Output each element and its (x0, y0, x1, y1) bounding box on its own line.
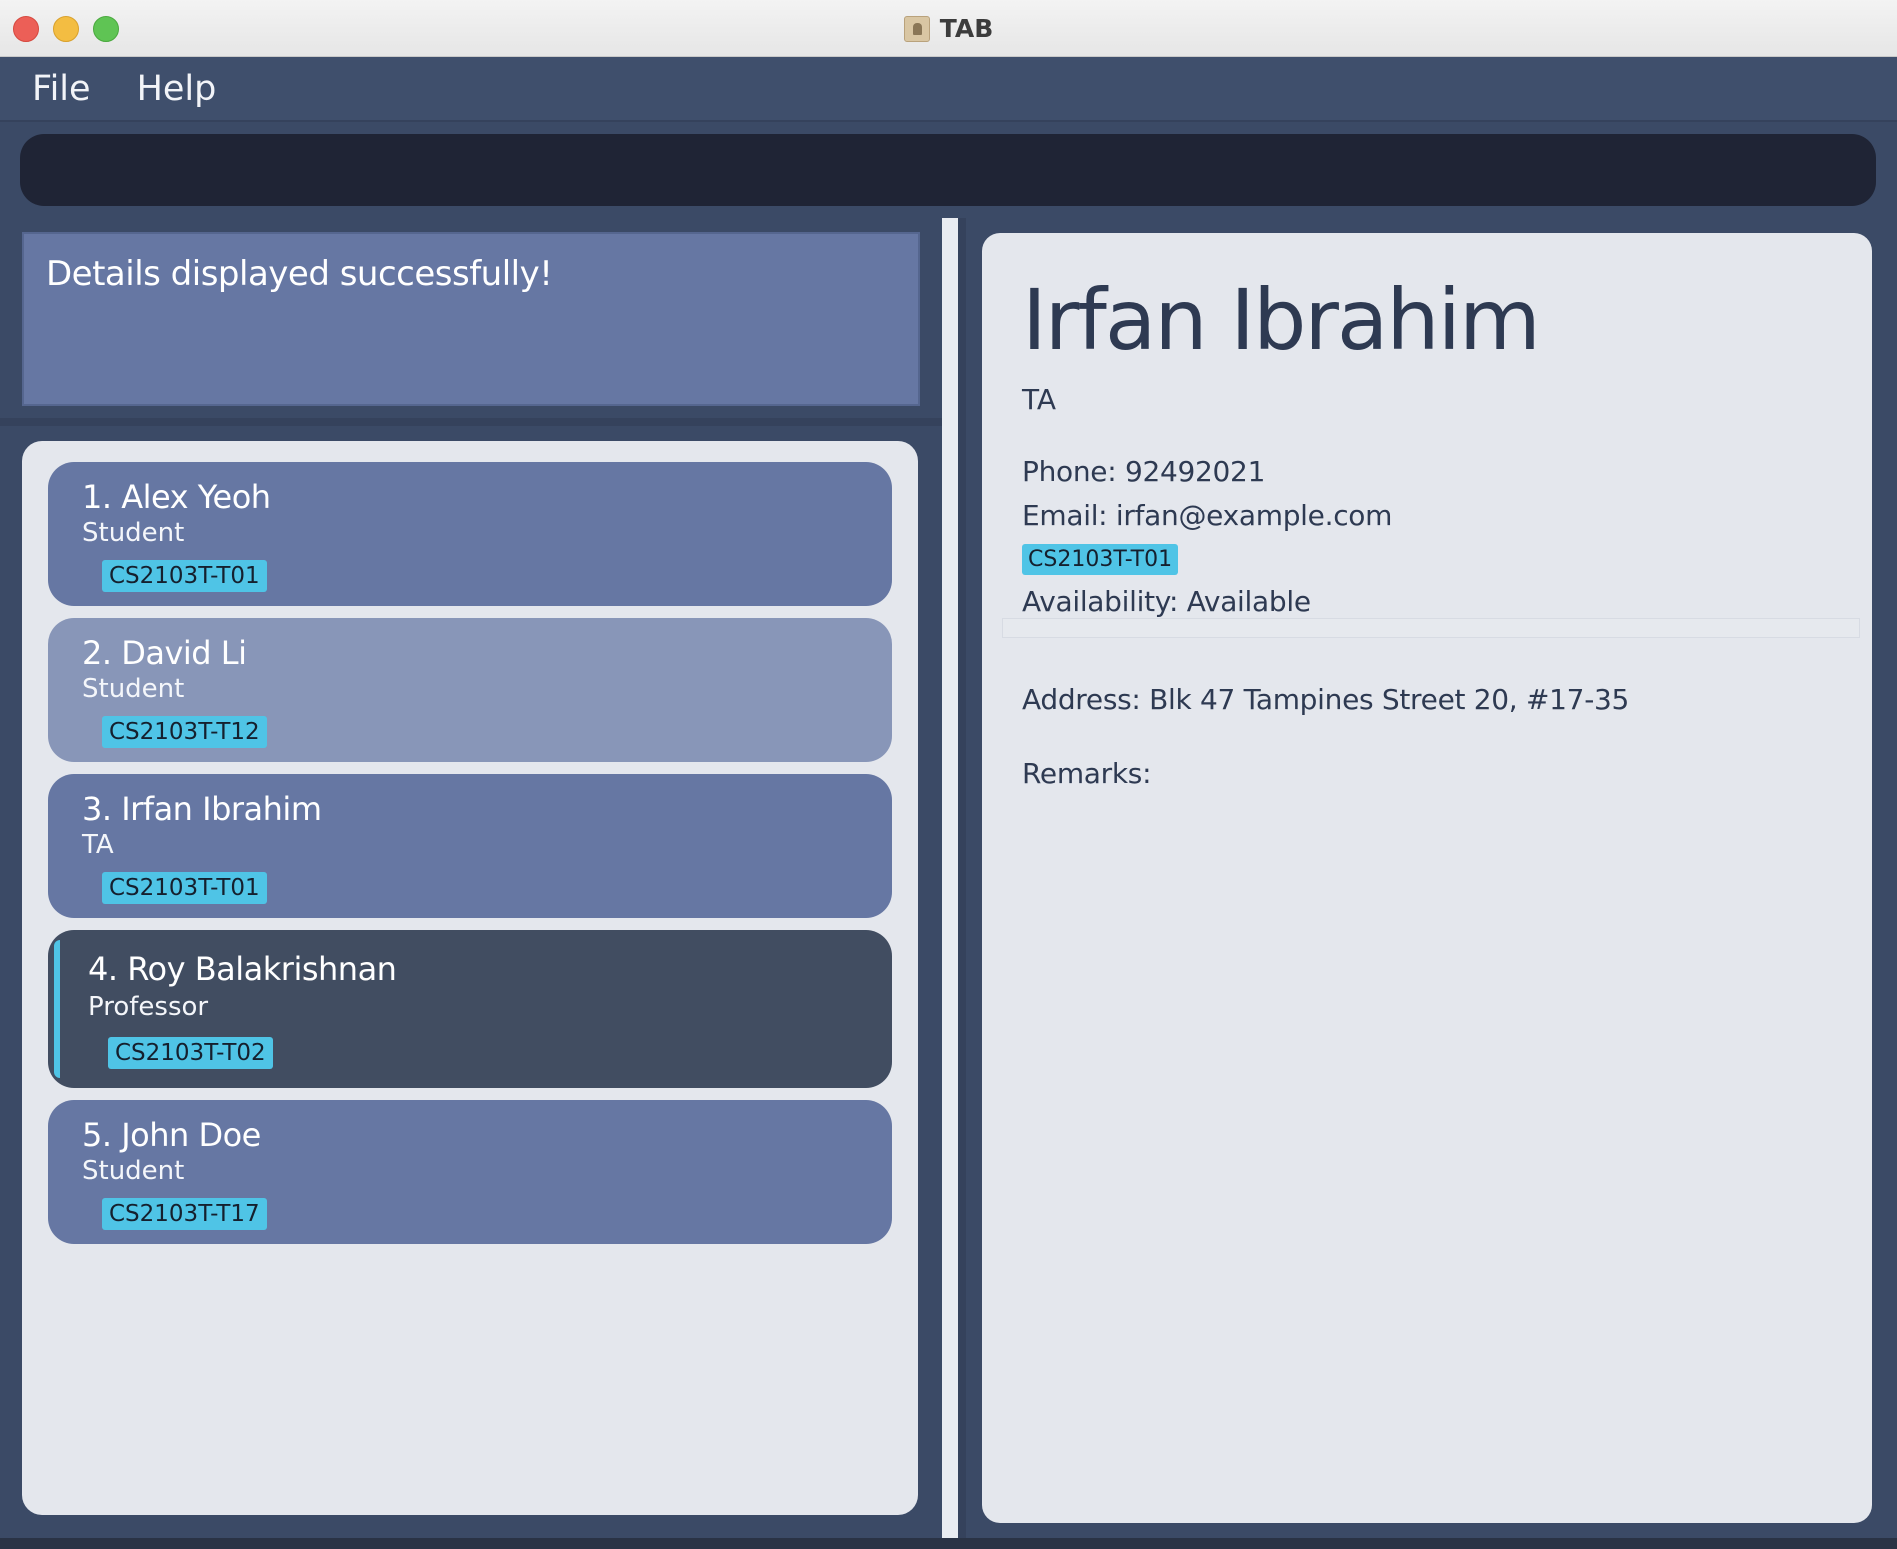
tutorial-tag: CS2103T-T17 (102, 1198, 267, 1230)
person-name: 4. Roy Balakrishnan (88, 950, 397, 988)
window-title: TAB (939, 14, 994, 43)
right-panel: Irfan Ibrahim TA Phone: 92492021 Email: … (966, 218, 1897, 1538)
detail-email: Email: irfan@example.com (1022, 499, 1393, 532)
person-role: Student (82, 518, 185, 548)
split-pane-divider[interactable] (942, 218, 958, 1538)
person-role: Student (82, 674, 185, 704)
person-card[interactable]: 2. David Li Student CS2103T-T12 (48, 618, 892, 762)
selection-indicator (54, 940, 60, 1078)
tutorial-tag: CS2103T-T01 (102, 560, 267, 592)
person-detail-card: Irfan Ibrahim TA Phone: 92492021 Email: … (982, 233, 1872, 1523)
command-input[interactable] (20, 134, 1876, 206)
menu-bar: File Help (0, 57, 1897, 122)
detail-tutorial-tag: CS2103T-T01 (1022, 544, 1179, 575)
menu-help[interactable]: Help (137, 69, 217, 109)
title-bar: TAB (0, 0, 1897, 57)
person-card[interactable]: 1. Alex Yeoh Student CS2103T-T01 (48, 462, 892, 606)
person-card[interactable]: 5. John Doe Student CS2103T-T17 (48, 1100, 892, 1244)
tutorial-tag: CS2103T-T02 (108, 1037, 273, 1069)
person-role: Student (82, 1156, 185, 1186)
person-list[interactable]: 1. Alex Yeoh Student CS2103T-T01 2. Davi… (22, 441, 918, 1515)
tutorial-tag: CS2103T-T12 (102, 716, 267, 748)
tutorial-tag: CS2103T-T01 (102, 872, 267, 904)
person-name: 3. Irfan Ibrahim (82, 790, 322, 828)
detail-role: TA (1022, 383, 1057, 416)
person-card[interactable]: 3. Irfan Ibrahim TA CS2103T-T01 (48, 774, 892, 918)
person-name: 2. David Li (82, 634, 247, 672)
detail-name: Irfan Ibrahim (1022, 271, 1541, 369)
detail-phone: Phone: 92492021 (1022, 455, 1266, 488)
result-display: Details displayed successfully! (22, 232, 920, 406)
person-role: TA (82, 830, 114, 860)
detail-remarks: Remarks: (1022, 757, 1152, 790)
split-pane-divider-shadow (958, 218, 966, 1538)
person-card-selected[interactable]: 4. Roy Balakrishnan Professor CS2103T-T0… (48, 930, 892, 1088)
window-title-group: TAB (0, 0, 1897, 57)
left-panel: Details displayed successfully! 1. Alex … (0, 218, 942, 1538)
panel-divider (0, 418, 942, 426)
detail-address: Address: Blk 47 Tampines Street 20, #17-… (1022, 683, 1630, 716)
person-name: 1. Alex Yeoh (82, 478, 271, 516)
person-role: Professor (88, 992, 209, 1022)
detail-separator (1002, 618, 1860, 638)
status-bar (0, 1538, 1897, 1549)
address-book-icon (903, 15, 930, 42)
command-area (0, 122, 1897, 218)
person-name: 5. John Doe (82, 1116, 261, 1154)
detail-availability: Availability: Available (1022, 585, 1311, 618)
menu-file[interactable]: File (32, 69, 91, 109)
result-message: Details displayed successfully! (46, 254, 553, 294)
